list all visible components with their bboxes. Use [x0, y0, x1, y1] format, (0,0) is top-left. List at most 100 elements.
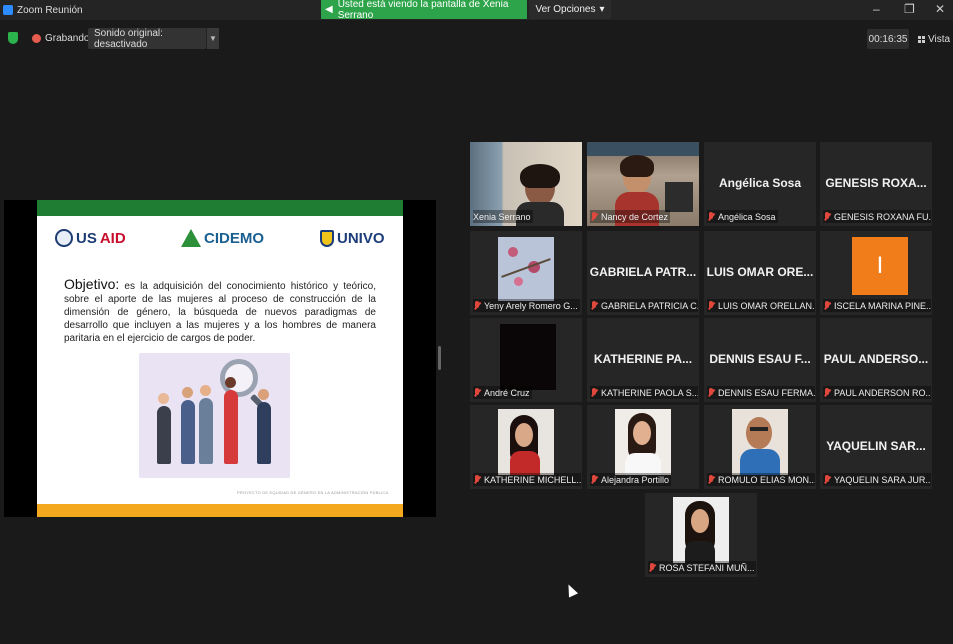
participant-tile[interactable]: I ISCELA MARINA PINE... [820, 231, 932, 315]
participant-name: KATHERINE MICHELL... [484, 474, 581, 485]
objective-text: Objetivo: es la adquisición del conocimi… [64, 276, 376, 345]
split-divider-handle[interactable] [438, 346, 441, 370]
participant-name-label: KATHERINE PAOLA S... [590, 386, 698, 399]
participant-tile[interactable]: Alejandra Portillo [587, 405, 699, 489]
participant-name: GENESIS ROXANA FU... [834, 211, 931, 222]
participant-display-name: Angélica Sosa [718, 176, 802, 190]
slide-footer-band [37, 504, 403, 517]
screen-share-banner: ◀ Usted está viendo la pantalla de Xenia… [321, 0, 527, 21]
mic-muted-icon [707, 211, 715, 222]
record-dot-icon [32, 34, 41, 43]
mic-muted-icon [823, 474, 831, 485]
participant-tile[interactable]: ROSA STEFANI MUÑ... [645, 493, 757, 577]
participant-name: GABRIELA PATRICIA C... [601, 300, 698, 311]
participant-name-label: Yeny Arely Romero G... [473, 299, 580, 312]
view-options-button[interactable]: Ver Opciones ▾ [529, 0, 611, 19]
participant-tile[interactable]: Yeny Arely Romero G... [470, 231, 582, 315]
view-button[interactable]: Vista [918, 29, 952, 49]
participant-name: DENNIS ESAU FERMA... [718, 387, 815, 398]
cidemo-logo: CIDEMO [181, 225, 264, 251]
participant-tile[interactable]: GENESIS ROXA... GENESIS ROXANA FU... [820, 142, 932, 226]
participant-name-label: PAUL ANDERSON RO... [823, 386, 931, 399]
participant-name: Yeny Arely Romero G... [484, 300, 578, 311]
participant-tile[interactable]: André Cruz [470, 318, 582, 402]
participant-name: André Cruz [484, 387, 530, 398]
participant-tile[interactable]: Nancy de Cortez [587, 142, 699, 226]
univo-logo: UNIVO [320, 225, 385, 251]
mic-muted-icon [707, 474, 715, 485]
participant-tile[interactable]: ROMULO ELIAS MON... [704, 405, 816, 489]
participant-tile[interactable]: PAUL ANDERSO... PAUL ANDERSON RO... [820, 318, 932, 402]
participant-tile[interactable]: LUIS OMAR ORE... LUIS OMAR ORELLAN... [704, 231, 816, 315]
participant-display-name: YAQUELIN SAR... [826, 439, 926, 453]
participant-name-label: ROMULO ELIAS MON... [707, 473, 815, 486]
mic-muted-icon [473, 387, 481, 398]
participant-name: ROMULO ELIAS MON... [718, 474, 815, 485]
participant-tile[interactable]: YAQUELIN SAR... YAQUELIN SARA JUR... [820, 405, 932, 489]
participant-tile[interactable]: KATHERINE PA... KATHERINE PAOLA S... [587, 318, 699, 402]
people-magnifier-illustration [139, 353, 290, 478]
view-options-label: Ver Opciones [535, 4, 596, 15]
participant-tile[interactable]: KATHERINE MICHELL... [470, 405, 582, 489]
participant-tile[interactable]: Xenia Serrano [470, 142, 582, 226]
zoom-app-icon [3, 5, 13, 15]
participant-name: ROSA STEFANI MUÑ... [659, 562, 755, 573]
participant-name-label: Alejandra Portillo [590, 473, 672, 486]
participant-name-label: Angélica Sosa [707, 210, 778, 223]
shared-screen: US AID CIDEMO UNIVO Objetivo: es la adqui… [4, 200, 436, 517]
maximize-button[interactable]: ❐ [904, 2, 915, 16]
participant-name-label: GENESIS ROXANA FU... [823, 210, 931, 223]
slide-header-band [37, 200, 403, 216]
participant-name: KATHERINE PAOLA S... [601, 387, 698, 398]
view-label: Vista [928, 33, 951, 45]
participant-name: Angélica Sosa [718, 211, 776, 222]
participant-name-label: André Cruz [473, 386, 532, 399]
mouse-cursor-icon [563, 582, 579, 598]
participant-display-name: KATHERINE PA... [593, 352, 693, 366]
original-sound-button[interactable]: Sonido original: desactivado [88, 28, 206, 50]
participant-name-label: YAQUELIN SARA JUR... [823, 473, 931, 486]
participant-name-label: LUIS OMAR ORELLAN... [707, 299, 815, 312]
participant-name-label: Nancy de Cortez [590, 210, 671, 223]
mic-muted-icon [707, 300, 715, 311]
chevron-down-icon: ▾ [599, 4, 605, 15]
participant-display-name: LUIS OMAR ORE... [706, 265, 814, 279]
speaker-icon: ◀ [325, 4, 333, 15]
participant-name: ISCELA MARINA PINE... [834, 300, 931, 311]
mic-muted-icon [590, 474, 598, 485]
mic-muted-icon [473, 300, 481, 311]
mic-muted-icon [590, 387, 598, 398]
share-banner-text: Usted está viendo la pantalla de Xenia S… [337, 0, 509, 21]
participant-name-label: ISCELA MARINA PINE... [823, 299, 931, 312]
participant-name: YAQUELIN SARA JUR... [834, 474, 931, 485]
mic-muted-icon [823, 300, 831, 311]
participant-tile[interactable]: Angélica Sosa Angélica Sosa [704, 142, 816, 226]
meeting-toolbar: Grabando Sonido original: desactivado ▼ … [0, 26, 953, 52]
cidemo-triangle-icon [181, 229, 201, 247]
participant-tile[interactable]: GABRIELA PATR... GABRIELA PATRICIA C... [587, 231, 699, 315]
participant-name: Xenia Serrano [473, 211, 531, 222]
chevron-down-icon[interactable]: ▼ [206, 28, 219, 49]
univo-shield-icon [320, 229, 334, 247]
mic-muted-icon [823, 211, 831, 222]
participant-name: Nancy de Cortez [601, 211, 669, 222]
mic-muted-icon [473, 474, 481, 485]
presentation-slide: US AID CIDEMO UNIVO Objetivo: es la adqui… [37, 200, 403, 517]
mic-muted-icon [590, 211, 598, 222]
participant-name-label: Xenia Serrano [473, 210, 533, 223]
participant-name: Alejandra Portillo [601, 474, 670, 485]
participant-tile[interactable]: DENNIS ESAU F... DENNIS ESAU FERMA... [704, 318, 816, 402]
objective-title: Objetivo: [64, 276, 120, 292]
minimize-button[interactable]: – [873, 2, 880, 16]
mic-muted-icon [823, 387, 831, 398]
mic-muted-icon [648, 562, 656, 573]
close-button[interactable]: ✕ [935, 2, 945, 16]
participant-name: LUIS OMAR ORELLAN... [718, 300, 815, 311]
mic-muted-icon [590, 300, 598, 311]
slide-footer: PROYECTO DE EQUIDAD DE GÉNERO EN LA ADMI… [237, 490, 389, 495]
participant-display-name: DENNIS ESAU F... [709, 352, 811, 366]
participant-name-label: ROSA STEFANI MUÑ... [648, 561, 756, 574]
participant-name-label: DENNIS ESAU FERMA... [707, 386, 815, 399]
shield-icon[interactable] [8, 32, 18, 44]
usaid-logo: US AID [55, 225, 126, 251]
